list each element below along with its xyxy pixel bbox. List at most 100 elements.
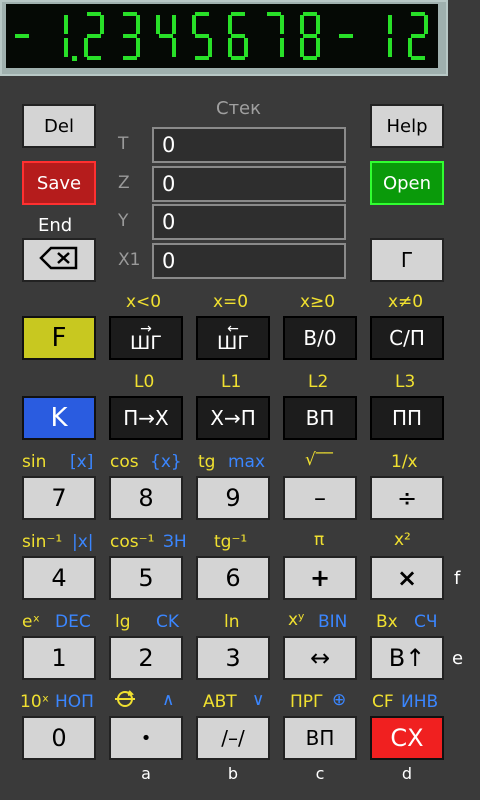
label-nop: НОП <box>55 692 94 712</box>
led-segment <box>172 15 176 34</box>
digit-9-key[interactable]: 9 <box>196 476 270 520</box>
led-segment <box>411 56 425 60</box>
change-sign-key[interactable]: /–/ <box>196 716 270 760</box>
k-key[interactable]: K <box>22 396 96 440</box>
gamma-button[interactable]: Г <box>370 238 444 282</box>
bottom-letter-c: c <box>315 764 325 783</box>
led-digit <box>267 12 284 57</box>
label-sch: СЧ <box>414 612 438 632</box>
x-to-memory-key[interactable]: X→П <box>196 396 270 440</box>
label-x-pow-y: xʸ <box>288 610 305 630</box>
label-lg: lg <box>115 612 131 632</box>
label-x-ne-0: x≠0 <box>388 292 424 312</box>
led-segment <box>280 38 284 57</box>
digit-7-key[interactable]: 7 <box>22 476 96 520</box>
side-letter-f: f <box>454 568 461 589</box>
label-sign: ЗН <box>163 532 187 552</box>
label-and: ∧ <box>162 690 175 710</box>
led-segment <box>15 34 29 38</box>
led-segment <box>156 15 160 34</box>
label-ten-pow-x: 10ˣ <box>20 692 50 712</box>
led-segment <box>87 12 101 16</box>
stack-label-z: Z <box>118 173 130 193</box>
digit-3-key[interactable]: 3 <box>196 636 270 680</box>
subroutine-key[interactable]: ПП <box>370 396 444 440</box>
label-reciprocal: 1/x <box>391 452 418 472</box>
plus-key[interactable]: + <box>283 556 357 600</box>
led-digit <box>388 15 392 57</box>
led-digit <box>123 12 140 60</box>
label-x-squared: x² <box>394 530 411 550</box>
digit-5-key[interactable]: 5 <box>109 556 183 600</box>
led-segment <box>208 38 212 57</box>
minus-key[interactable]: – <box>283 476 357 520</box>
memory-to-x-key[interactable]: П→X <box>109 396 183 440</box>
label-l0: L0 <box>134 372 155 392</box>
digit-4-key[interactable]: 4 <box>22 556 96 600</box>
goto-key[interactable]: ВП <box>283 396 357 440</box>
del-button[interactable]: Del <box>22 104 96 148</box>
led-segment <box>388 38 392 57</box>
label-pi: π <box>314 530 325 550</box>
label-sin: sin <box>22 452 47 472</box>
bottom-letter-a: a <box>141 764 151 783</box>
clear-x-key[interactable]: СХ <box>370 716 444 760</box>
label-x-ge-0: x≥0 <box>300 292 336 312</box>
label-arctg: tg⁻¹ <box>214 532 248 552</box>
led-segment <box>280 15 284 34</box>
label-ck: CK <box>156 612 180 632</box>
led-segment <box>411 12 425 16</box>
led-segment <box>228 15 232 34</box>
label-ln: ln <box>224 612 240 632</box>
stack-label-x1: X1 <box>118 250 141 270</box>
led-segment <box>84 38 88 57</box>
led-segment <box>244 38 248 57</box>
exponent-key[interactable]: ВП <box>283 716 357 760</box>
led-digit <box>408 12 428 60</box>
f-key[interactable]: F <box>22 316 96 360</box>
led-digit <box>84 12 104 60</box>
led-digit <box>156 15 176 57</box>
digit-8-key[interactable]: 8 <box>109 476 183 520</box>
led-segment <box>300 38 304 57</box>
save-button[interactable]: Save <box>22 161 96 205</box>
label-l3: L3 <box>395 372 416 392</box>
label-abs: |x| <box>72 532 94 552</box>
divide-key[interactable]: ÷ <box>370 476 444 520</box>
label-avt: АВТ <box>203 692 237 712</box>
led-segment <box>411 34 425 38</box>
label-exp: eˣ <box>22 612 41 632</box>
led-segment <box>195 56 209 60</box>
step-left-key-label: ШГ <box>217 331 249 354</box>
led-segment <box>408 38 412 57</box>
bottom-letter-b: b <box>227 764 239 783</box>
step-right-key[interactable]: → ШГ <box>109 316 183 360</box>
digit-2-key[interactable]: 2 <box>109 636 183 680</box>
swap-key[interactable]: ↔ <box>283 636 357 680</box>
led-segment <box>87 56 101 60</box>
return-key[interactable]: В/0 <box>283 316 357 360</box>
decimal-point-key[interactable]: • <box>109 716 183 760</box>
led-segment <box>316 38 320 57</box>
run-stop-key[interactable]: С/П <box>370 316 444 360</box>
digit-1-key[interactable]: 1 <box>22 636 96 680</box>
enter-key[interactable]: B↑ <box>370 636 444 680</box>
stack-value-y: 0 <box>152 204 346 240</box>
side-letter-e: e <box>452 648 464 669</box>
digit-6-key[interactable]: 6 <box>196 556 270 600</box>
label-arcsin: sin⁻¹ <box>22 532 63 552</box>
label-l2: L2 <box>308 372 329 392</box>
led-segment <box>87 34 101 38</box>
bottom-letter-d: d <box>401 764 413 783</box>
help-button[interactable]: Help <box>370 104 444 148</box>
led-digit <box>228 12 248 60</box>
stack-value-t: 0 <box>152 127 346 163</box>
backspace-button[interactable] <box>22 238 96 282</box>
led-segment <box>172 38 176 57</box>
led-digit <box>192 12 212 60</box>
step-left-key[interactable]: ← ШГ <box>196 316 270 360</box>
led-segment <box>228 38 232 57</box>
digit-0-key[interactable]: 0 <box>22 716 96 760</box>
open-button[interactable]: Open <box>370 161 444 205</box>
multiply-key[interactable]: × <box>370 556 444 600</box>
